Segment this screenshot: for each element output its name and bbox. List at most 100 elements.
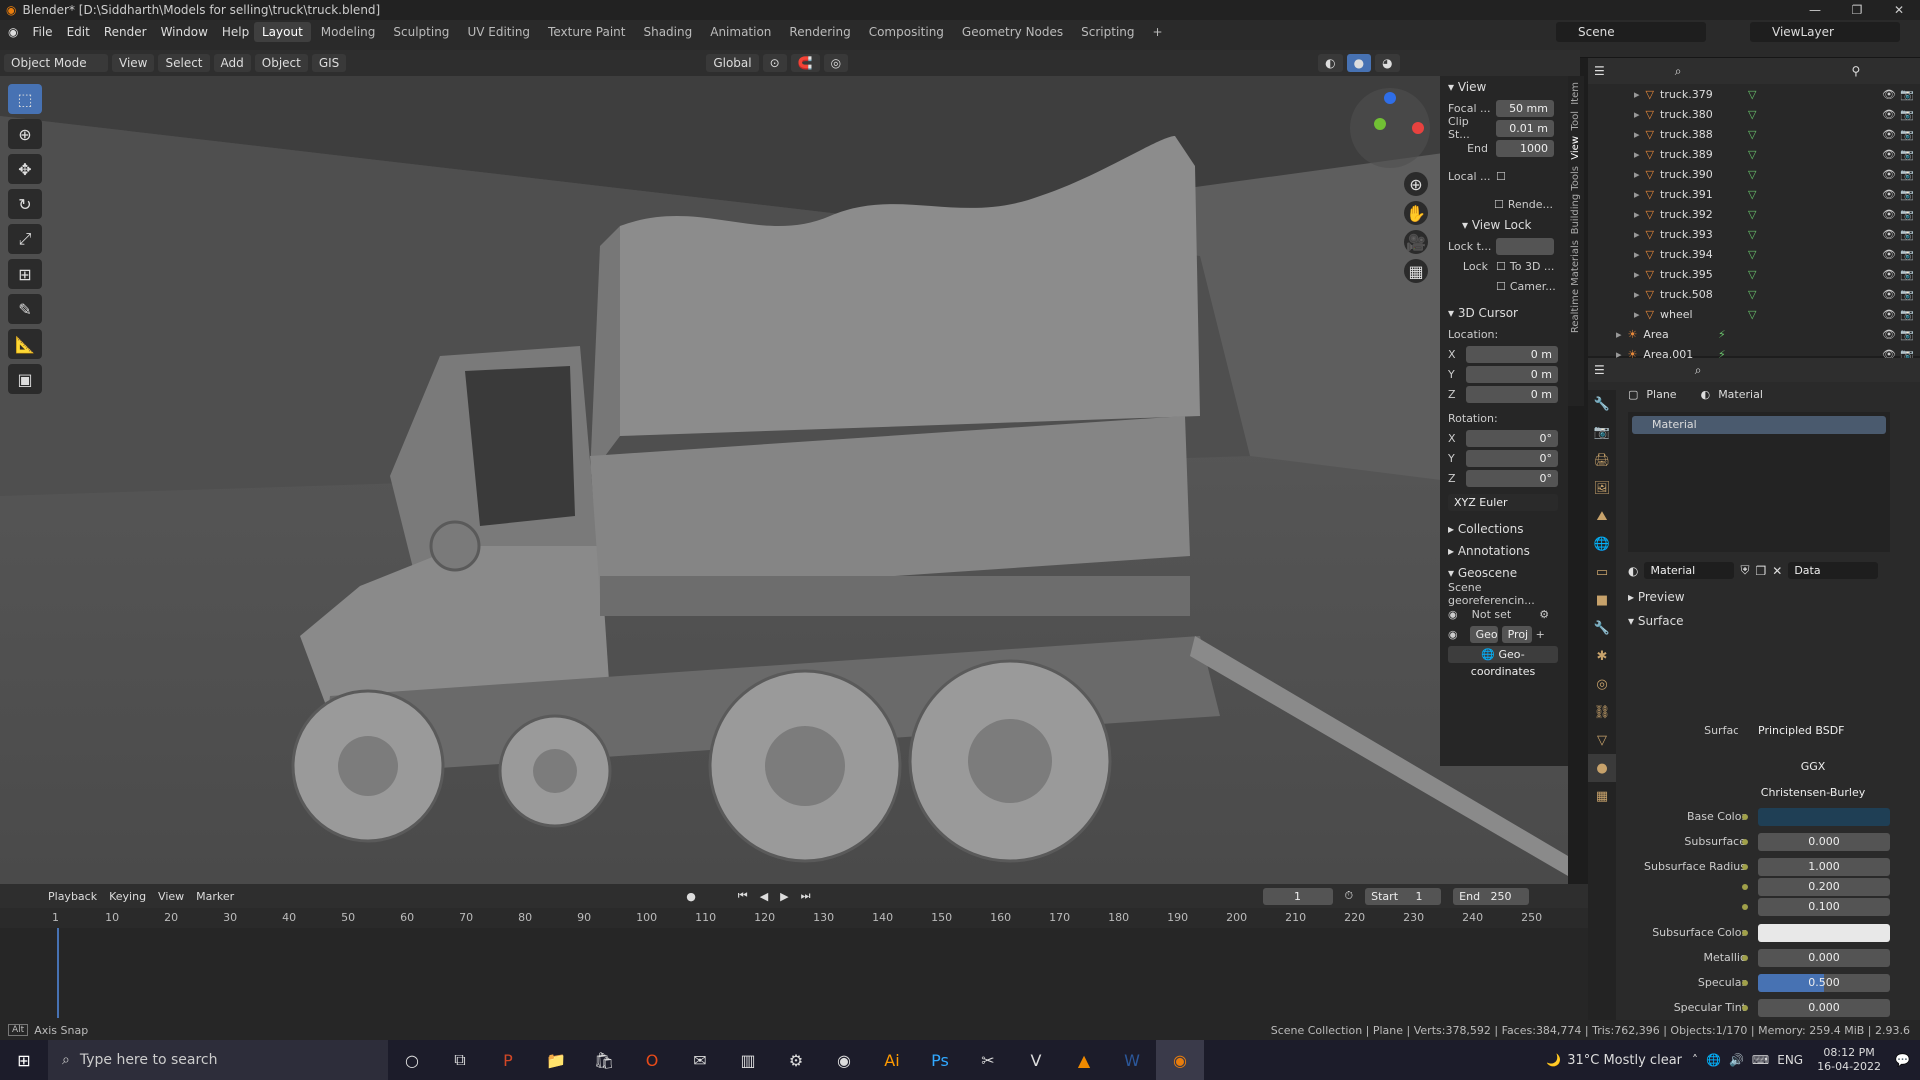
shader-input-field[interactable]: 0.100 bbox=[1758, 898, 1890, 916]
socket-icon[interactable] bbox=[1742, 930, 1748, 936]
socket-icon[interactable] bbox=[1742, 884, 1748, 890]
shader-input-field[interactable] bbox=[1758, 924, 1890, 942]
geoscene-settings-icon[interactable]: ⚙ bbox=[1539, 608, 1549, 621]
frame-ruler[interactable]: 1 10 20 30 40 50 60 70 80 90 100 110 120 130 140 150 160… bbox=[0, 908, 1588, 928]
photoshop-icon[interactable]: Ps bbox=[916, 1040, 964, 1080]
timeline-menu-playback[interactable]: Playback bbox=[48, 890, 97, 903]
playhead[interactable] bbox=[57, 928, 59, 1018]
view-lock-header[interactable]: ▾ View Lock bbox=[1440, 214, 1568, 236]
cursor-rotation-z[interactable]: 0° bbox=[1466, 469, 1558, 487]
lock-to-3d-cursor-checkbox[interactable]: ☐ bbox=[1496, 260, 1506, 273]
outliner-item[interactable]: ▸ ▽ truck.379 ▽ 👁 📷 bbox=[1588, 84, 1920, 104]
cursor-location-x[interactable]: 0 m bbox=[1466, 345, 1558, 363]
expand-icon[interactable]: ▸ bbox=[1634, 188, 1640, 201]
geo-coordinates-button[interactable]: 🌐 Geo-coordinates bbox=[1448, 645, 1558, 678]
tab-uv-editing[interactable]: UV Editing bbox=[459, 22, 538, 42]
shader-input-field[interactable]: 0.000 bbox=[1758, 949, 1890, 967]
material-slot[interactable]: Material bbox=[1632, 416, 1886, 434]
fake-user-icon[interactable]: ⛨ bbox=[1740, 563, 1749, 578]
clip-end-field[interactable]: 1000 bbox=[1496, 139, 1554, 157]
shader-input-field[interactable]: 0.000 bbox=[1758, 833, 1890, 851]
surface-section-header[interactable]: ▾ Surface bbox=[1628, 614, 1684, 628]
tab-modeling[interactable]: Modeling bbox=[313, 22, 384, 42]
rotation-mode-dropdown[interactable]: XYZ Euler bbox=[1448, 493, 1558, 511]
minimize-button[interactable]: — bbox=[1794, 0, 1836, 20]
data-props-icon[interactable]: ▽ bbox=[1588, 726, 1616, 754]
menu-render[interactable]: Render bbox=[104, 25, 147, 39]
app3-icon[interactable]: ✂ bbox=[964, 1040, 1012, 1080]
keyboard-icon[interactable]: ⌨ bbox=[1752, 1053, 1769, 1067]
record-icon[interactable]: ● bbox=[686, 890, 696, 903]
outliner-editor-type-icon[interactable]: ☰ bbox=[1594, 64, 1605, 78]
shader-input-field[interactable]: 0.500 bbox=[1758, 974, 1890, 992]
language-indicator[interactable]: ENG bbox=[1777, 1053, 1803, 1067]
scale-icon[interactable]: ⤢ bbox=[8, 224, 42, 254]
tab-rendering[interactable]: Rendering bbox=[781, 22, 858, 42]
properties-editor-type-icon[interactable]: ☰ bbox=[1594, 363, 1605, 377]
render-camera-icon[interactable]: 📷 bbox=[1900, 128, 1914, 141]
mail-icon[interactable]: ✉ bbox=[676, 1040, 724, 1080]
local-camera-checkbox[interactable]: ☐ bbox=[1496, 170, 1506, 183]
add-geo-icon[interactable]: + bbox=[1536, 628, 1545, 641]
collection-props-icon[interactable]: ▭ bbox=[1588, 558, 1616, 586]
object-props-icon[interactable]: ■ bbox=[1588, 586, 1616, 614]
cursor-location-y[interactable]: 0 m bbox=[1466, 365, 1558, 383]
cursor-location-z[interactable]: 0 m bbox=[1466, 385, 1558, 403]
visibility-eye-icon[interactable]: 👁 bbox=[1882, 188, 1896, 201]
gizmo-y-axis-icon[interactable] bbox=[1374, 118, 1386, 130]
pivot-icon[interactable]: ⊙ bbox=[762, 54, 787, 72]
unlink-material-icon[interactable]: ✕ bbox=[1772, 564, 1782, 578]
close-button[interactable]: ✕ bbox=[1878, 0, 1920, 20]
visibility-eye-icon[interactable]: 👁 bbox=[1882, 308, 1896, 321]
tab-tool[interactable]: Tool bbox=[1570, 111, 1581, 130]
tab-shading[interactable]: Shading bbox=[635, 22, 700, 42]
snap-icon[interactable]: 🧲 bbox=[790, 54, 820, 72]
visibility-eye-icon[interactable]: 👁 bbox=[1882, 128, 1896, 141]
3d-cursor-header[interactable]: ▾ 3D Cursor bbox=[1440, 302, 1568, 324]
outliner-search-icon[interactable]: ⌕ bbox=[1675, 64, 1682, 79]
grid-view-icon[interactable]: ▦ bbox=[1404, 259, 1428, 283]
current-frame-field[interactable]: 1 bbox=[1262, 887, 1333, 905]
viewport-menu-gis[interactable]: GIS bbox=[311, 54, 347, 72]
view-section-header[interactable]: ▾ View bbox=[1440, 76, 1568, 98]
material-props-icon[interactable]: ● bbox=[1588, 754, 1616, 782]
tab-texture-paint[interactable]: Texture Paint bbox=[540, 22, 633, 42]
annotations-header[interactable]: ▸ Annotations bbox=[1440, 540, 1568, 562]
material-browse-icon[interactable]: ◐ bbox=[1628, 564, 1638, 578]
geo-radio[interactable]: ◉ bbox=[1448, 628, 1458, 641]
outliner-item[interactable]: ▸ ▽ truck.390 ▽ 👁 📷 bbox=[1588, 164, 1920, 184]
3d-viewport[interactable]: ⊕ ✋ 🎥 ▦ bbox=[0, 76, 1568, 884]
app2-icon[interactable]: ⚙ bbox=[772, 1040, 820, 1080]
menu-help[interactable]: Help bbox=[222, 25, 249, 39]
material-name-field[interactable]: Material bbox=[1644, 562, 1735, 579]
cursor-rotation-y[interactable]: 0° bbox=[1466, 449, 1558, 467]
view-layer-props-icon[interactable]: 🖼 bbox=[1588, 474, 1616, 502]
georef-radio[interactable]: ◉ bbox=[1448, 608, 1458, 621]
shader-input-field[interactable]: 0.000 bbox=[1758, 999, 1890, 1017]
tool-props-icon[interactable]: 🔧 bbox=[1588, 390, 1616, 418]
word-icon[interactable]: W bbox=[1108, 1040, 1156, 1080]
expand-icon[interactable]: ▸ bbox=[1634, 228, 1640, 241]
tray-chevron-icon[interactable]: ˄ bbox=[1692, 1053, 1698, 1067]
zoom-icon[interactable]: ⊕ bbox=[1404, 172, 1428, 196]
proj-button[interactable]: Proj bbox=[1501, 625, 1532, 643]
render-camera-icon[interactable]: 📷 bbox=[1900, 188, 1914, 201]
shading-material-icon[interactable]: ◕ bbox=[1375, 54, 1400, 72]
pan-hand-icon[interactable]: ✋ bbox=[1404, 201, 1428, 225]
preview-section-header[interactable]: ▸ Preview bbox=[1628, 590, 1685, 604]
render-region-checkbox[interactable]: ☐ bbox=[1494, 198, 1504, 211]
tab-compositing[interactable]: Compositing bbox=[861, 22, 952, 42]
proportional-edit-icon[interactable]: ◎ bbox=[823, 54, 849, 72]
shading-solid-icon[interactable]: ● bbox=[1346, 54, 1372, 72]
constraints-props-icon[interactable]: ⛓ bbox=[1588, 698, 1616, 726]
properties-search-icon[interactable]: ⌕ bbox=[1695, 363, 1702, 378]
lock-to-object-field[interactable] bbox=[1496, 237, 1554, 255]
clip-start-field[interactable]: 0.01 m bbox=[1496, 119, 1554, 137]
render-camera-icon[interactable]: 📷 bbox=[1900, 88, 1914, 101]
maximize-button[interactable]: ❐ bbox=[1836, 0, 1878, 20]
tab-geometry-nodes[interactable]: Geometry Nodes bbox=[954, 22, 1071, 42]
outliner-item[interactable]: ▸ ▽ truck.391 ▽ 👁 📷 bbox=[1588, 184, 1920, 204]
expand-icon[interactable]: ▸ bbox=[1634, 128, 1640, 141]
shader-input-field[interactable] bbox=[1758, 808, 1890, 826]
visibility-eye-icon[interactable]: 👁 bbox=[1882, 168, 1896, 181]
